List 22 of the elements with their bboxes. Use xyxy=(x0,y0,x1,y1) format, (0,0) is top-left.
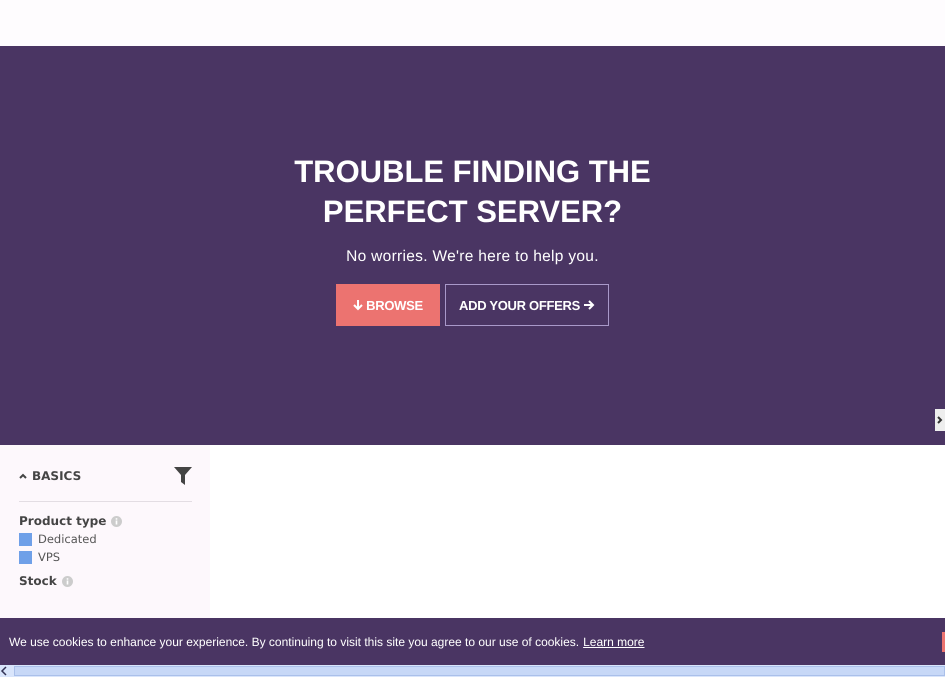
checkbox[interactable] xyxy=(19,532,32,546)
filter-icon[interactable] xyxy=(174,467,192,485)
option-label: VPS xyxy=(38,550,60,564)
basics-toggle[interactable]: BASICS xyxy=(19,469,82,483)
filter-label: Product type xyxy=(19,514,106,528)
chevron-icon xyxy=(937,416,943,424)
add-offers-button[interactable]: ADD YOUR OFFERS xyxy=(445,284,609,326)
hero-title: TROUBLE FINDING THE PERFECT SERVER? xyxy=(293,153,652,231)
arrow-down-icon xyxy=(353,299,364,311)
info-icon xyxy=(62,576,73,586)
arrow-right-icon xyxy=(582,300,595,310)
side-tab[interactable] xyxy=(935,409,945,431)
scrollbar-thumb[interactable] xyxy=(14,666,945,676)
horizontal-scrollbar[interactable] xyxy=(0,665,945,677)
checkbox[interactable] xyxy=(19,550,32,564)
hero-subtitle: No worries. We're here to help you. xyxy=(346,248,599,266)
learn-more-link[interactable]: Learn more xyxy=(583,634,644,648)
option-label: Dedicated xyxy=(38,532,97,546)
filter-label: Stock xyxy=(19,574,57,588)
info-icon xyxy=(111,516,122,526)
scroll-left-icon xyxy=(0,666,8,676)
cookie-message: We use cookies to enhance your experience. By continuing to visit this site you agree to our use of cookies. xyxy=(9,634,580,648)
